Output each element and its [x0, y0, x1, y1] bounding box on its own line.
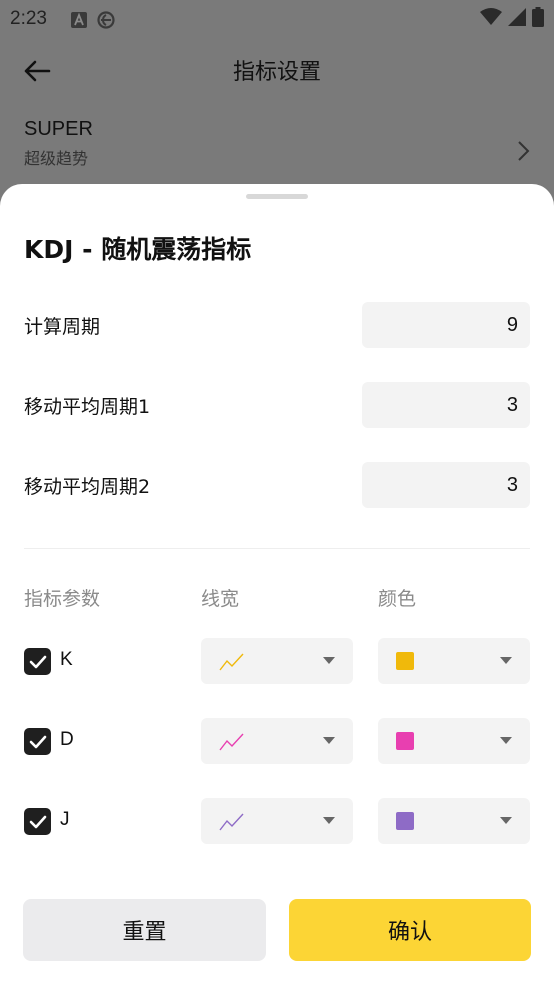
k-line-width-select[interactable]	[201, 638, 353, 684]
j-line-width-select[interactable]	[201, 798, 353, 844]
param-row-ma1: 移动平均周期1	[24, 382, 530, 428]
caret-down-icon	[500, 737, 512, 744]
checkmark-icon	[29, 815, 46, 828]
column-header-color: 颜色	[378, 588, 417, 610]
caret-down-icon	[323, 657, 335, 664]
line-row-d: D	[24, 718, 530, 764]
j-checkbox[interactable]	[24, 808, 51, 835]
param-label: 计算周期	[24, 315, 101, 338]
confirm-button[interactable]: 确认	[289, 899, 531, 961]
drag-handle[interactable]	[246, 194, 308, 199]
param-label: 移动平均周期1	[24, 395, 151, 418]
color-swatch	[396, 732, 414, 750]
caret-down-icon	[500, 817, 512, 824]
d-checkbox[interactable]	[24, 728, 51, 755]
param-row-period: 计算周期	[24, 302, 530, 348]
k-color-select[interactable]	[378, 638, 530, 684]
color-swatch	[396, 812, 414, 830]
sheet-title: KDJ - 随机震荡指标	[24, 235, 252, 264]
param-label: 移动平均周期2	[24, 475, 151, 498]
line-chart-icon	[219, 733, 244, 751]
kdj-settings-sheet: KDJ - 随机震荡指标 计算周期 移动平均周期1 移动平均周期2 指标参数 线…	[0, 184, 554, 984]
line-chart-icon	[219, 813, 244, 831]
divider	[24, 548, 530, 549]
line-name: J	[60, 809, 70, 830]
column-header-width: 线宽	[201, 588, 240, 610]
line-chart-icon	[219, 653, 244, 671]
checkmark-icon	[29, 735, 46, 748]
ma1-period-input[interactable]	[362, 382, 530, 428]
d-line-width-select[interactable]	[201, 718, 353, 764]
caret-down-icon	[323, 737, 335, 744]
param-row-ma2: 移动平均周期2	[24, 462, 530, 508]
line-name: D	[60, 729, 74, 750]
checkmark-icon	[29, 655, 46, 668]
k-checkbox[interactable]	[24, 648, 51, 675]
line-row-j: J	[24, 798, 530, 844]
color-swatch	[396, 652, 414, 670]
ma2-period-input[interactable]	[362, 462, 530, 508]
column-header-param: 指标参数	[24, 588, 101, 610]
line-name: K	[60, 649, 73, 670]
j-color-select[interactable]	[378, 798, 530, 844]
caret-down-icon	[323, 817, 335, 824]
reset-button[interactable]: 重置	[23, 899, 266, 961]
caret-down-icon	[500, 657, 512, 664]
line-row-k: K	[24, 638, 530, 684]
screen: 2:23 指标设置 SUPER 超级趋势 KDJ - 随机震荡指标 计算周期 9…	[0, 0, 554, 984]
d-color-select[interactable]	[378, 718, 530, 764]
period-input[interactable]	[362, 302, 530, 348]
